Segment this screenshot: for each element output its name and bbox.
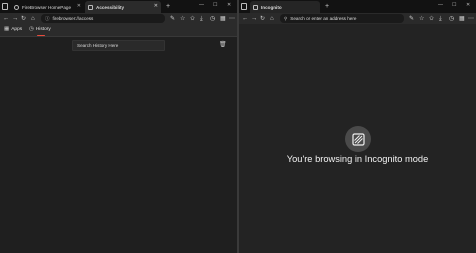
address-placeholder: Search or enter an address here — [290, 16, 357, 21]
search-history-placeholder: Search History Here — [77, 43, 119, 48]
bookmark-label: History — [35, 26, 51, 32]
search-history-input[interactable]: Search History Here — [72, 40, 165, 51]
history-icon[interactable]: ◷ — [210, 15, 215, 23]
forward-arrow-icon[interactable]: → — [12, 15, 18, 23]
tab-strip: FireBrowser HomePage ✕ Accessibility ✕ +… — [0, 0, 237, 13]
navigation-toolbar: ← → ↻ ⌂ ⚲ Search or enter an address her… — [239, 13, 476, 24]
apps-grid-icon[interactable]: ▦ — [220, 15, 226, 23]
minimize-button[interactable]: — — [199, 2, 204, 8]
favorite-star-icon[interactable]: ☆ — [419, 15, 425, 23]
tab-accessibility[interactable]: Accessibility ✕ — [85, 1, 161, 13]
refresh-icon[interactable]: ↻ — [21, 15, 26, 23]
tab-homepage[interactable]: FireBrowser HomePage ✕ — [11, 1, 84, 13]
favorites-list-icon[interactable]: ✩ — [190, 15, 195, 23]
history-clock-icon: ◷ — [29, 26, 34, 32]
search-icon: ⚲ — [284, 15, 288, 21]
trash-icon[interactable]: 🗑 — [219, 41, 227, 48]
pen-icon[interactable]: ✎ — [409, 15, 414, 23]
tab-strip: Incognito + — ☐ ✕ — [239, 0, 476, 13]
bookmark-apps[interactable]: ▦ Apps — [4, 26, 22, 32]
history-icon[interactable]: ◷ — [449, 15, 454, 23]
incognito-heading: You're browsing in Incognito mode — [286, 154, 429, 164]
tab-incognito[interactable]: Incognito — [250, 1, 320, 13]
incognito-glyph-icon — [351, 132, 365, 146]
address-bar[interactable]: ⓘ firebrowser://access — [41, 14, 165, 23]
page-icon — [253, 4, 258, 10]
download-icon[interactable]: ⤓ — [200, 15, 203, 23]
right-browser-window: Incognito + — ☐ ✕ ← → ↻ ⌂ ⚲ Search or en… — [239, 0, 476, 253]
home-icon[interactable]: ⌂ — [31, 15, 35, 23]
close-tab-icon[interactable]: ✕ — [154, 3, 158, 9]
left-browser-window: FireBrowser HomePage ✕ Accessibility ✕ +… — [0, 0, 237, 253]
tab-label: Incognito — [261, 4, 282, 10]
incognito-icon — [345, 126, 371, 152]
sidebar-toggle-icon[interactable] — [241, 3, 247, 10]
tab-label: Accessibility — [96, 4, 125, 10]
maximize-button[interactable]: ☐ — [213, 2, 217, 8]
sidebar-toggle-icon[interactable] — [2, 3, 8, 10]
tab-label: FireBrowser HomePage — [22, 4, 72, 10]
history-page: Search History Here 🗑 — [0, 37, 237, 253]
navigation-toolbar: ← → ↻ ⌂ ⓘ firebrowser://access ✎ ☆ ✩ ⤓ ◷… — [0, 13, 237, 24]
bookmark-label: Apps — [11, 26, 23, 32]
bookmarks-bar: ▦ Apps ◷ History — [0, 24, 237, 37]
back-arrow-icon[interactable]: ← — [242, 15, 248, 23]
home-icon[interactable]: ⌂ — [270, 15, 274, 23]
more-menu-icon[interactable]: ⋯ — [468, 15, 474, 23]
address-text: firebrowser://access — [52, 16, 94, 21]
pen-icon[interactable]: ✎ — [170, 15, 175, 23]
page-icon — [88, 4, 93, 10]
minimize-button[interactable]: — — [438, 2, 443, 8]
globe-icon — [14, 4, 19, 10]
close-window-button[interactable]: ✕ — [466, 2, 470, 8]
new-tab-button[interactable]: + — [325, 3, 329, 10]
close-tab-icon[interactable]: ✕ — [77, 3, 81, 9]
apps-grid-icon[interactable]: ▦ — [459, 15, 465, 23]
info-icon: ⓘ — [45, 15, 50, 21]
close-window-button[interactable]: ✕ — [227, 2, 231, 8]
favorite-star-icon[interactable]: ☆ — [180, 15, 186, 23]
apps-grid-icon: ▦ — [4, 26, 10, 32]
refresh-icon[interactable]: ↻ — [260, 15, 265, 23]
new-tab-button[interactable]: + — [166, 3, 170, 10]
back-arrow-icon[interactable]: ← — [3, 15, 9, 23]
incognito-page: You're browsing in Incognito mode — [239, 24, 476, 253]
more-menu-icon[interactable]: ⋯ — [229, 15, 235, 23]
download-icon[interactable]: ⤓ — [439, 15, 442, 23]
favorites-list-icon[interactable]: ✩ — [429, 15, 434, 23]
address-bar[interactable]: ⚲ Search or enter an address here — [280, 14, 404, 23]
bookmark-history[interactable]: ◷ History — [29, 26, 51, 32]
maximize-button[interactable]: ☐ — [452, 2, 456, 8]
forward-arrow-icon[interactable]: → — [251, 15, 257, 23]
